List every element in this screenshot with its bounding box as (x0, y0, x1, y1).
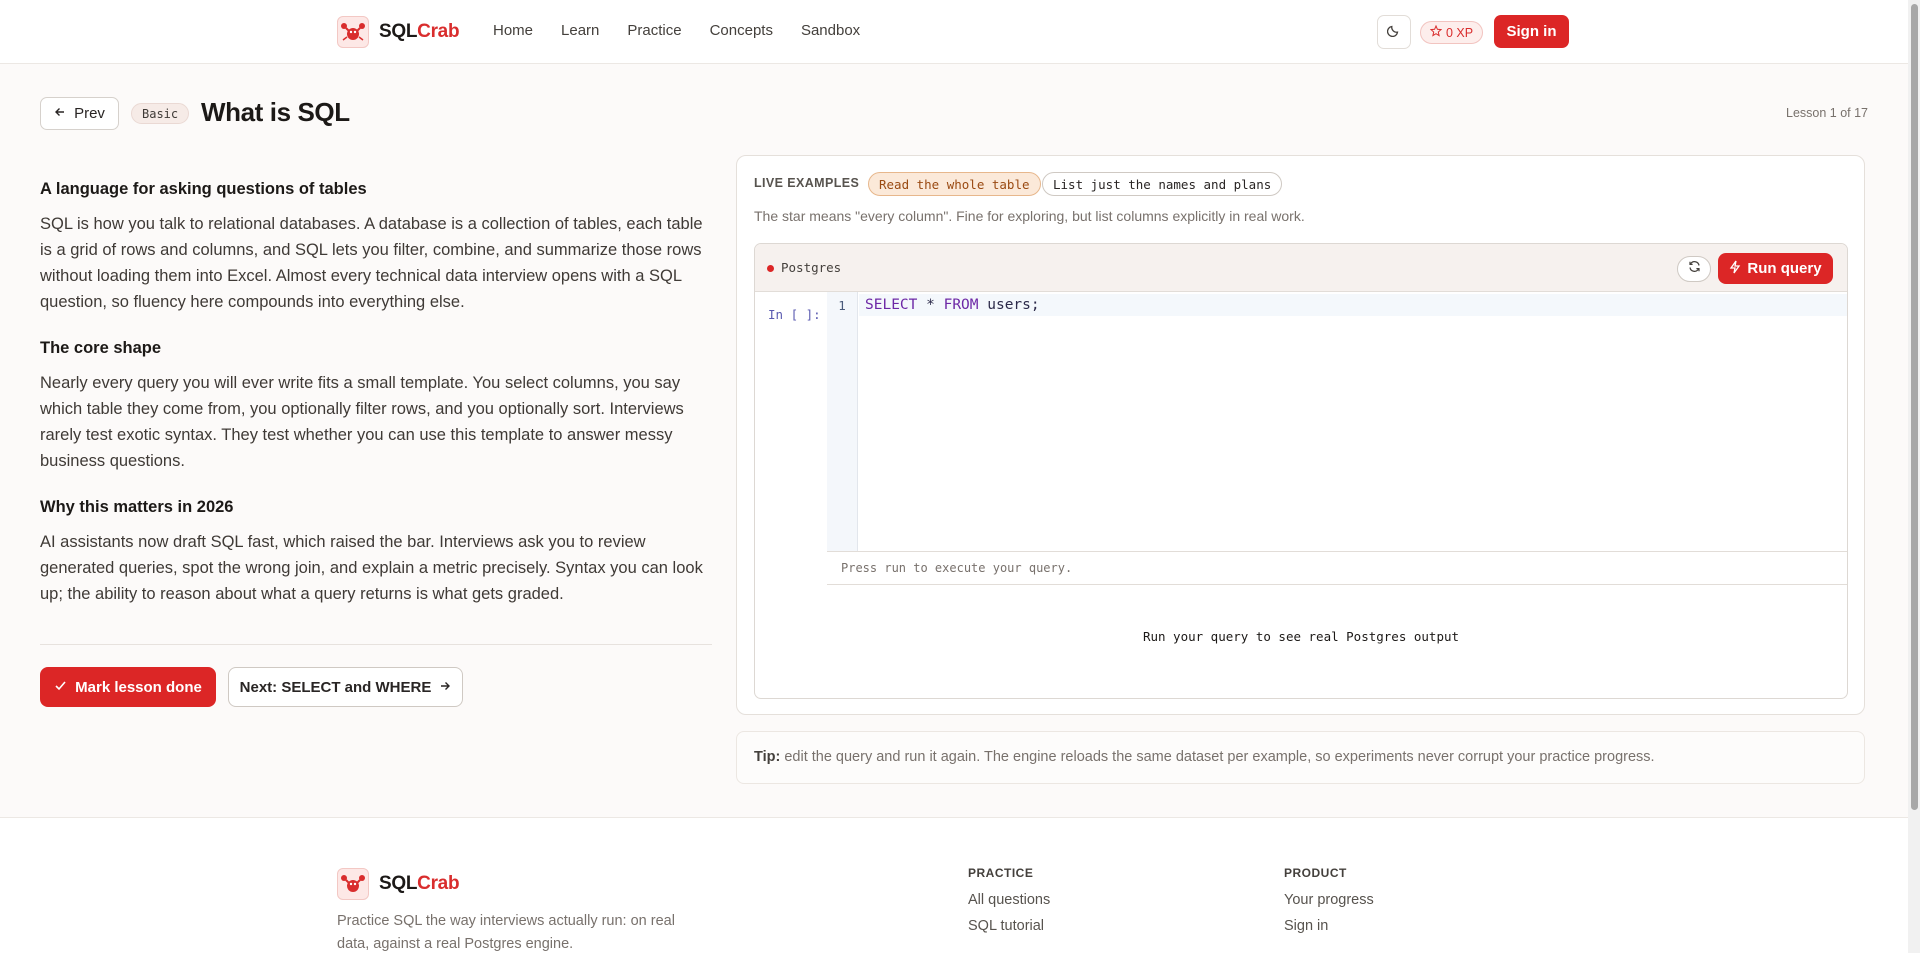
crab-logo-icon (337, 868, 369, 900)
footer-brand-name: SQLCrab (379, 873, 460, 895)
line-number: 1 (838, 298, 846, 313)
reset-query-button[interactable] (1677, 256, 1711, 282)
tip-text: Tip: edit the query and run it again. Th… (754, 749, 1655, 765)
refresh-icon (1688, 260, 1701, 278)
example-chip-read-table[interactable]: Read the whole table (868, 172, 1041, 196)
lesson-counter: Lesson 1 of 17 (1786, 106, 1869, 120)
section-heading: The core shape (40, 339, 162, 357)
nav-practice[interactable]: Practice (627, 22, 681, 39)
footer-link-progress[interactable]: Your progress (1284, 892, 1374, 908)
page-scrollbar[interactable] (1908, 0, 1920, 953)
brand-prefix: SQL (379, 21, 418, 42)
footer-brand[interactable]: SQLCrab (337, 868, 460, 900)
prev-lesson-button[interactable]: Prev (40, 97, 119, 130)
crab-logo-icon (337, 16, 369, 48)
arrow-right-icon (439, 679, 451, 696)
footer-product-column: PRODUCT Your progress Sign in (1284, 866, 1374, 944)
keyword-from: FROM (943, 297, 979, 313)
brand[interactable]: SQLCrab (337, 16, 460, 48)
next-label: Next: SELECT and WHERE (239, 678, 432, 696)
cell-prompt: In [ ]: (768, 307, 821, 322)
brand-name: SQLCrab (379, 21, 460, 43)
top-navbar: SQLCrab Home Learn Practice Concepts San… (0, 0, 1908, 64)
section-body: SQL is how you talk to relational databa… (40, 215, 703, 311)
example-description: The star means "every column". Fine for … (754, 208, 1305, 224)
nav-learn[interactable]: Learn (561, 22, 599, 39)
engine-label: Postgres (781, 260, 842, 275)
sql-editor: Postgres Run query In [ ]: 1 SELECT * FR… (754, 243, 1848, 699)
next-lesson-button[interactable]: Next: SELECT and WHERE (228, 667, 463, 707)
theme-toggle-button[interactable] (1377, 15, 1411, 49)
keyword-select: SELECT (865, 297, 918, 313)
example-chip-names-plans[interactable]: List just the names and plans (1042, 172, 1283, 196)
xp-value: 0 XP (1446, 25, 1474, 40)
star-icon (1429, 24, 1443, 40)
section-heading: A language for asking questions of table… (40, 180, 367, 198)
footer-practice-column: PRACTICE All questions SQL tutorial (968, 866, 1050, 944)
arrow-left-icon (54, 105, 66, 122)
footer-link-sign-in[interactable]: Sign in (1284, 918, 1374, 934)
section-body: AI assistants now draft SQL fast, which … (40, 533, 703, 603)
run-hint-row: Press run to execute your query. (827, 551, 1847, 585)
live-examples-label: LIVE EXAMPLES (754, 176, 860, 190)
code-line: SELECT * FROM users; (865, 297, 1040, 313)
xp-badge[interactable]: 0 XP (1420, 21, 1484, 44)
line-gutter: 1 (827, 292, 858, 551)
footer-link-sql-tutorial[interactable]: SQL tutorial (968, 918, 1050, 934)
editor-toolbar: Postgres Run query (755, 244, 1847, 292)
level-badge: Basic (131, 103, 190, 124)
lesson-title: What is SQL (201, 97, 350, 127)
run-query-label: Run query (1747, 260, 1822, 277)
code-input[interactable]: SELECT * FROM users; (859, 292, 1847, 551)
check-icon (54, 679, 67, 696)
moon-icon (1386, 23, 1401, 42)
footer: SQLCrab Practice SQL the way interviews … (0, 817, 1908, 953)
brand-suffix: Crab (417, 873, 460, 894)
nav-sandbox[interactable]: Sandbox (801, 22, 860, 39)
tip-body: edit the query and run it again. The eng… (780, 749, 1655, 765)
brand-suffix: Crab (417, 21, 460, 42)
mark-lesson-done-button[interactable]: Mark lesson done (40, 667, 216, 707)
footer-product-heading: PRODUCT (1284, 866, 1347, 880)
live-examples-panel: LIVE EXAMPLES Read the whole table List … (736, 155, 1865, 715)
scrollbar-thumb[interactable] (1911, 4, 1918, 810)
run-query-button[interactable]: Run query (1718, 253, 1833, 284)
main-nav: Home Learn Practice Concepts Sandbox (493, 22, 860, 39)
tip-box: Tip: edit the query and run it again. Th… (736, 731, 1865, 784)
section-heading: Why this matters in 2026 (40, 498, 234, 516)
footer-description: Practice SQL the way interviews actually… (337, 913, 675, 952)
bolt-icon (1729, 260, 1741, 278)
run-hint: Press run to execute your query. (841, 561, 1073, 575)
footer-link-all-questions[interactable]: All questions (968, 892, 1050, 908)
footer-practice-heading: PRACTICE (968, 866, 1034, 880)
code-table: users; (978, 297, 1040, 313)
sign-in-button[interactable]: Sign in (1494, 15, 1569, 48)
brand-prefix: SQL (379, 873, 418, 894)
tip-label: Tip: (754, 749, 781, 765)
article-divider (40, 644, 712, 645)
section-body: Nearly every query you will ever write f… (40, 374, 684, 470)
code-star: * (917, 297, 944, 313)
prev-label: Prev (74, 105, 105, 122)
done-label: Mark lesson done (75, 678, 202, 696)
nav-home[interactable]: Home (493, 22, 533, 39)
engine-status-dot (767, 265, 774, 272)
nav-concepts[interactable]: Concepts (710, 22, 773, 39)
lesson-article: A language for asking questions of table… (40, 180, 712, 631)
output-placeholder: Run your query to see real Postgres outp… (1142, 629, 1460, 644)
